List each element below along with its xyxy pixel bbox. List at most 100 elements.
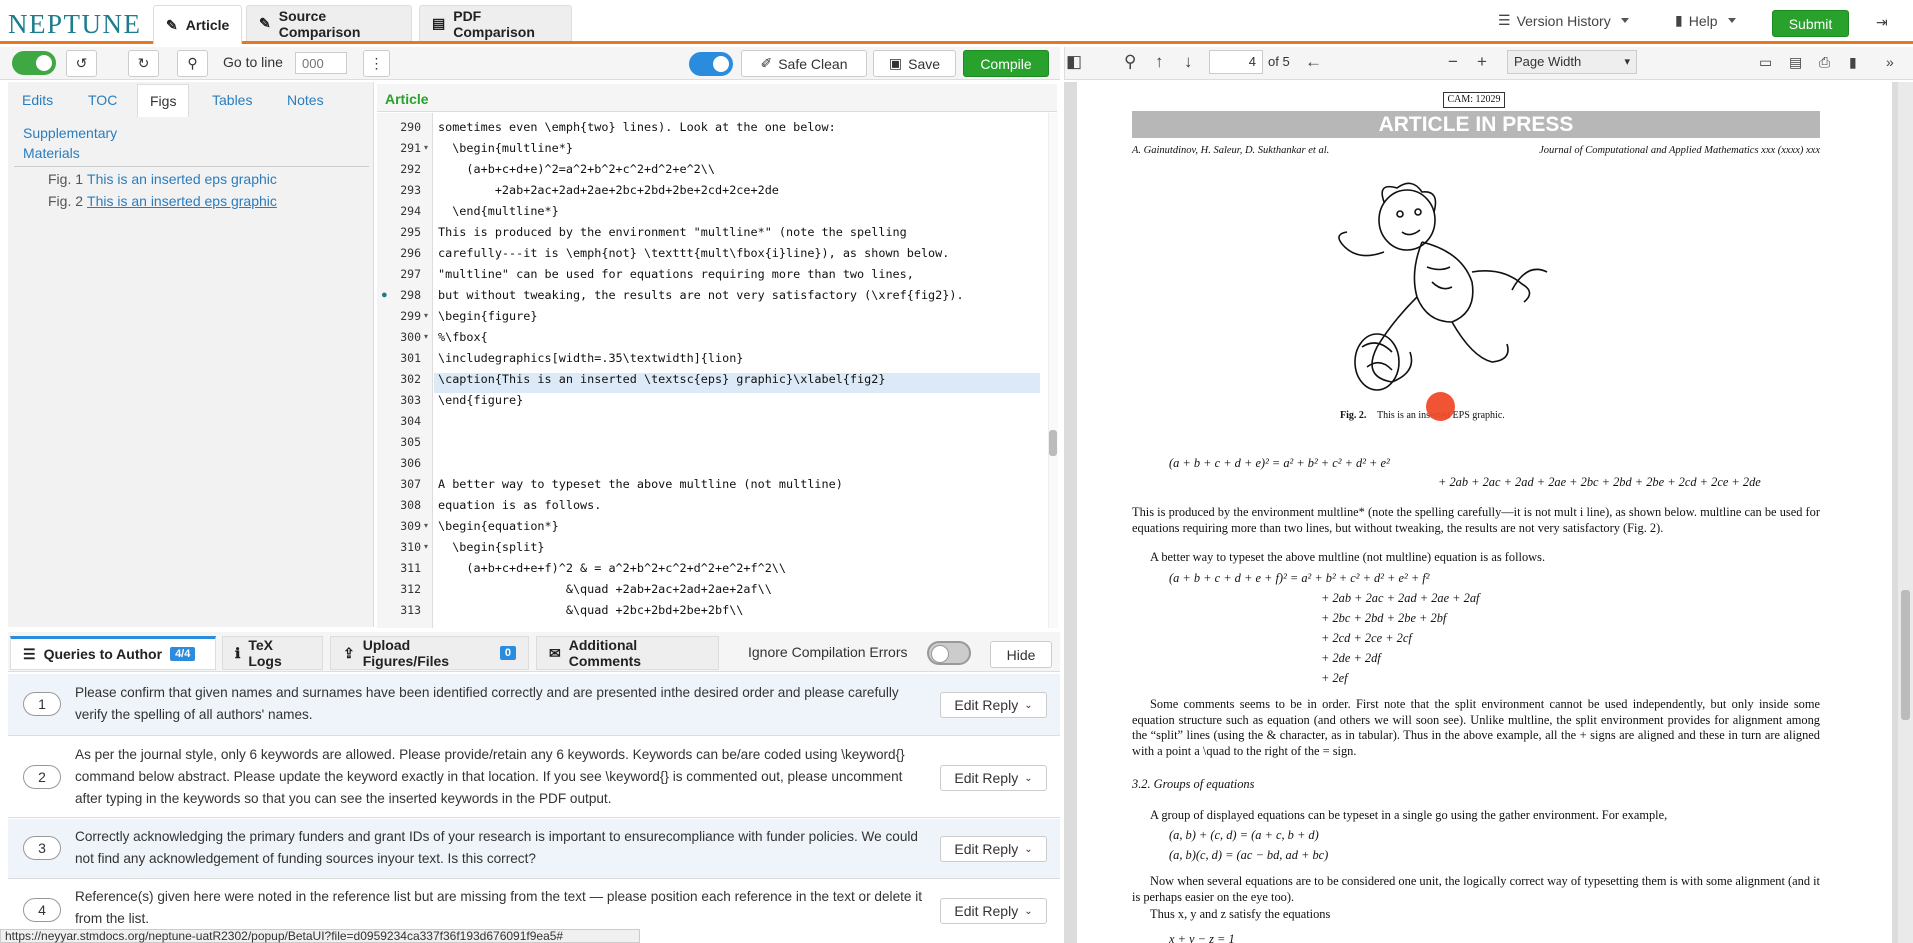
code-line[interactable]: \caption{This is an inserted \textsc{eps…: [438, 372, 885, 386]
tab-notes[interactable]: Notes: [287, 92, 324, 108]
query-text: Correctly acknowledging the primary fund…: [75, 829, 918, 866]
back-arrow-icon[interactable]: ←: [1305, 52, 1322, 72]
open-file-icon[interactable]: ▤: [1789, 54, 1802, 71]
fig-list-item[interactable]: Fig. 1 This is an inserted eps graphic: [48, 171, 277, 187]
tab-source-comparison[interactable]: ✎ Source Comparison: [246, 5, 412, 41]
tools-chevron-icon[interactable]: »: [1886, 54, 1894, 70]
more-options-button[interactable]: ⋮: [363, 50, 390, 77]
tab-tables[interactable]: Tables: [212, 92, 252, 108]
line-number: 312: [400, 582, 421, 596]
fold-arrow-icon[interactable]: ▾: [424, 143, 428, 152]
goto-line-input[interactable]: [295, 52, 347, 74]
edit-reply-button[interactable]: Edit Reply ⌄: [940, 765, 1047, 791]
fig-link[interactable]: This is an inserted eps graphic: [87, 171, 277, 187]
code-line[interactable]: \begin{multline*}: [438, 141, 573, 155]
zoom-in-icon[interactable]: +: [1477, 52, 1487, 72]
fig-list-item[interactable]: Fig. 2 This is an inserted eps graphic: [48, 193, 277, 209]
code-line[interactable]: sometimes even \emph{two} lines). Look a…: [438, 120, 836, 134]
pdf-page[interactable]: CAM: 12029 ARTICLE IN PRESS A. Gainutdin…: [1077, 82, 1892, 943]
code-line[interactable]: "multline" can be used for equations req…: [438, 267, 914, 281]
tab-materials[interactable]: Materials: [23, 145, 80, 161]
pencil-icon: ✎: [259, 15, 271, 31]
edit-reply-button[interactable]: Edit Reply ⌄: [940, 692, 1047, 718]
tab-supplementary[interactable]: Supplementary: [23, 125, 117, 141]
fold-arrow-icon[interactable]: ▾: [424, 542, 428, 551]
save-button[interactable]: ▣ Save: [873, 50, 956, 77]
save-icon: ▣: [888, 55, 903, 71]
tab-article[interactable]: ✎ Article: [153, 5, 242, 44]
code-line[interactable]: &\quad +2ab+2ac+2ad+2ae+2af\\: [438, 582, 772, 596]
code-line[interactable]: \begin{figure}: [438, 309, 537, 323]
fold-arrow-icon[interactable]: ▾: [424, 521, 428, 530]
search-icon[interactable]: ⚲: [1124, 52, 1136, 72]
tab-tex-logs[interactable]: ℹ TeX Logs: [222, 636, 323, 670]
tab-edits[interactable]: Edits: [22, 92, 53, 108]
search-button[interactable]: ⚲: [177, 50, 208, 77]
comment-marker-icon[interactable]: ●: [381, 289, 388, 301]
hide-button[interactable]: Hide: [990, 641, 1052, 668]
help-menu[interactable]: ▮ Help: [1675, 12, 1736, 29]
page-number-input[interactable]: 4: [1209, 50, 1263, 74]
list-icon: ☰: [1498, 12, 1511, 28]
redo-button[interactable]: ↻: [128, 50, 159, 77]
equation-line: (a, b) + (c, d) = (a + c, b + d): [1169, 828, 1319, 842]
eraser-icon: ✐: [760, 55, 773, 71]
code-line[interactable]: carefully---it is \emph{not} \texttt{mul…: [438, 246, 949, 260]
ignore-errors-toggle[interactable]: [927, 641, 971, 665]
code-line[interactable]: \begin{equation*}: [438, 519, 559, 533]
pdf-scrollbar[interactable]: [1898, 82, 1913, 943]
code-line[interactable]: \includegraphics[width=.35\textwidth]{li…: [438, 351, 743, 365]
editor-scrollbar[interactable]: [1048, 113, 1058, 628]
tab-upload-figures[interactable]: ⇪ Upload Figures/Files 0: [330, 636, 529, 670]
code-line[interactable]: A better way to typeset the above multli…: [438, 477, 843, 491]
line-number: 313: [400, 603, 421, 617]
print-icon[interactable]: ⎙: [1819, 54, 1830, 71]
arrow-up-icon[interactable]: ↑: [1155, 52, 1164, 72]
edit-reply-button[interactable]: Edit Reply ⌄: [940, 898, 1047, 924]
zoom-out-icon[interactable]: −: [1448, 52, 1458, 72]
safe-clean-toggle[interactable]: [689, 52, 733, 76]
code-line[interactable]: +2ab+2ac+2ad+2ae+2bc+2bd+2be+2cd+2ce+2de: [438, 183, 779, 197]
equation-line: (a + b + c + d + e)² = a² + b² + c² + d²…: [1169, 456, 1390, 470]
safe-clean-button[interactable]: ✐ Safe Clean: [741, 50, 867, 77]
fig-link[interactable]: This is an inserted eps graphic: [87, 193, 277, 209]
version-history-menu[interactable]: ☰ Version History: [1498, 12, 1629, 29]
zoom-select[interactable]: Page Width ▾: [1507, 50, 1637, 74]
code-line[interactable]: (a+b+c+d+e)^2=a^2+b^2+c^2+d^2+e^2\\: [438, 162, 715, 176]
section-heading: 3.2. Groups of equations: [1132, 777, 1255, 791]
bookmark-icon[interactable]: ▮: [1849, 54, 1857, 71]
submit-button[interactable]: Submit: [1772, 10, 1849, 37]
code-line[interactable]: \end{figure}: [438, 393, 523, 407]
signout-icon[interactable]: ⇥: [1876, 14, 1888, 31]
code-line[interactable]: but without tweaking, the results are no…: [438, 288, 964, 302]
code-editor[interactable]: sometimes even \emph{two} lines). Look a…: [434, 113, 1047, 628]
tab-figs[interactable]: Figs: [137, 84, 190, 117]
presentation-icon[interactable]: ▭: [1759, 54, 1772, 71]
chevron-down-icon: [1620, 18, 1629, 23]
fold-arrow-icon[interactable]: ▾: [424, 311, 428, 320]
chevron-down-icon: ⌄: [1024, 772, 1033, 784]
query-text: As per the journal style, only 6 keyword…: [75, 747, 905, 806]
editor-scroll-thumb[interactable]: [1049, 430, 1057, 456]
edit-reply-button[interactable]: Edit Reply ⌄: [940, 836, 1047, 862]
running-authors: A. Gainutdinov, H. Saleur, D. Sukthankar…: [1132, 145, 1330, 156]
sidebar-toggle-icon[interactable]: ◧: [1066, 52, 1082, 72]
tab-pdf-comparison[interactable]: ▤ PDF Comparison: [419, 5, 572, 41]
arrow-down-icon[interactable]: ↓: [1184, 52, 1193, 72]
code-line[interactable]: \begin{split}: [438, 540, 544, 554]
tab-additional-comments[interactable]: ✉ Additional Comments: [536, 636, 719, 670]
pdf-scroll-thumb[interactable]: [1901, 590, 1910, 720]
query-count-badge: 4/4: [170, 647, 196, 661]
code-line[interactable]: %\fbox{: [438, 330, 488, 344]
code-line[interactable]: &\quad +2bc+2bd+2be+2bf\\: [438, 603, 744, 617]
tab-toc[interactable]: TOC: [88, 92, 117, 108]
compile-button[interactable]: Compile: [963, 50, 1049, 77]
code-line[interactable]: \end{multline*}: [438, 204, 559, 218]
code-line[interactable]: This is produced by the environment "mul…: [438, 225, 907, 239]
code-line[interactable]: equation is as follows.: [438, 498, 601, 512]
code-line[interactable]: (a+b+c+d+e+f)^2 & = a^2+b^2+c^2+d^2+e^2+…: [438, 561, 786, 575]
tab-queries[interactable]: ☰ Queries to Author 4/4: [10, 636, 216, 670]
undo-button[interactable]: ↺: [66, 50, 97, 77]
fold-arrow-icon[interactable]: ▾: [424, 332, 428, 341]
track-changes-toggle[interactable]: [12, 51, 56, 75]
